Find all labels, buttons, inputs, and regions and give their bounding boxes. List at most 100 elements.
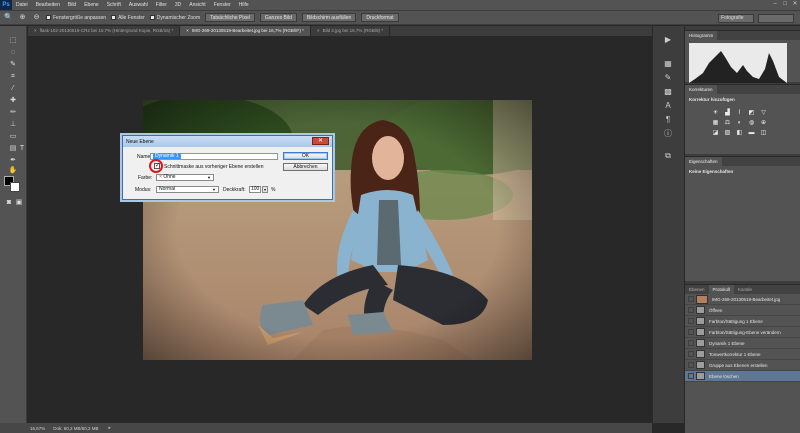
- background-color-swatch[interactable]: [10, 182, 20, 192]
- dialog-title-bar[interactable]: Neue Ebene: [123, 136, 332, 147]
- brightness-icon[interactable]: ☀: [711, 109, 720, 117]
- gradient-map-icon[interactable]: ▬: [747, 129, 756, 137]
- brush-tool-icon[interactable]: ✏: [8, 108, 18, 118]
- zoom-out-icon[interactable]: ⊖: [32, 13, 41, 22]
- opacity-dropdown-icon[interactable]: ▾: [262, 186, 268, 193]
- menu-schrift[interactable]: Schrift: [103, 0, 125, 10]
- fill-screen-button[interactable]: Bildschirm ausfüllen: [301, 13, 357, 22]
- history-source-checkbox[interactable]: [688, 340, 694, 346]
- layer-comps-icon[interactable]: ⧉: [662, 150, 674, 162]
- black-white-icon[interactable]: ◐: [735, 119, 744, 127]
- vibrance-icon[interactable]: ▽: [759, 109, 768, 117]
- tab-histogram[interactable]: Histogramm: [685, 31, 718, 40]
- color-select[interactable]: × Ohne ▼: [156, 174, 214, 181]
- history-step[interactable]: Gruppe aus Ebenen erstellen: [685, 360, 800, 371]
- type-tool-icon[interactable]: T: [17, 144, 27, 154]
- fit-screen-button[interactable]: Ganzes Bild: [259, 13, 297, 22]
- tab-document-1[interactable]: × flask-102-20130519-CR2 bei 16,7% (Hinte…: [28, 26, 181, 36]
- tab-document-3[interactable]: × Bild 2.jpg bei 16,7% (RGB/8) *: [311, 26, 391, 36]
- curves-icon[interactable]: ⌇: [735, 109, 744, 117]
- lasso-tool-icon[interactable]: ◌: [8, 48, 18, 58]
- opacity-input[interactable]: 100: [249, 186, 261, 193]
- tab-history[interactable]: Protokoll: [708, 285, 735, 294]
- workspace-select[interactable]: Fotografie: [718, 14, 754, 23]
- play-actions-icon[interactable]: ▶: [662, 34, 674, 46]
- actual-pixels-button[interactable]: Tatsächliche Pixel: [205, 13, 255, 22]
- history-step[interactable]: Tonwertkorrektur 1 Ebene: [685, 349, 800, 360]
- history-step[interactable]: Farbton/Sättigung 1 Ebene: [685, 316, 800, 327]
- dynamic-zoom-checkbox[interactable]: Dynamischer Zoom: [149, 15, 200, 21]
- menu-hilfe[interactable]: Hilfe: [235, 0, 253, 10]
- menu-fenster[interactable]: Fenster: [210, 0, 235, 10]
- history-step[interactable]: Öffnen: [685, 305, 800, 316]
- history-step-selected[interactable]: Ebene löschen: [685, 371, 800, 382]
- history-source-checkbox[interactable]: [688, 329, 694, 335]
- exposure-icon[interactable]: ◩: [747, 109, 756, 117]
- crop-tool-icon[interactable]: ⌗: [8, 72, 18, 82]
- tab-layers[interactable]: Ebenen: [685, 285, 709, 294]
- history-source-checkbox[interactable]: [688, 373, 694, 379]
- levels-icon[interactable]: ▟: [723, 109, 732, 117]
- ok-button[interactable]: OK: [283, 152, 328, 160]
- history-source-checkbox[interactable]: [688, 362, 694, 368]
- quick-mask-icon[interactable]: ◙: [4, 198, 14, 208]
- history-snapshot[interactable]: IMG-269-20130519-Bearbeitet.jpg: [685, 294, 800, 305]
- marquee-tool-icon[interactable]: ⬚: [8, 36, 18, 46]
- brush-panel-icon[interactable]: ✎: [662, 72, 674, 84]
- menu-3d[interactable]: 3D: [171, 0, 185, 10]
- paragraph-icon[interactable]: ¶: [662, 114, 674, 126]
- tab-document-2[interactable]: × IMG-269-20130519-Bearbeitet.jpg bei 16,…: [180, 26, 311, 36]
- maximize-icon[interactable]: □: [782, 1, 788, 7]
- eyedropper-tool-icon[interactable]: ⁄: [8, 84, 18, 94]
- invert-icon[interactable]: ◪: [711, 129, 720, 137]
- tab-close-icon[interactable]: ×: [186, 28, 189, 33]
- brush-presets-icon[interactable]: ▦: [662, 58, 674, 70]
- close-window-icon[interactable]: ✕: [792, 1, 798, 7]
- tab-close-icon[interactable]: ×: [317, 28, 320, 33]
- history-source-checkbox[interactable]: [688, 307, 694, 313]
- status-menu-icon[interactable]: ▸: [109, 425, 111, 431]
- search-field[interactable]: [758, 14, 794, 23]
- selective-color-icon[interactable]: ◫: [759, 129, 768, 137]
- character-icon[interactable]: A: [662, 100, 674, 112]
- mode-select[interactable]: Normal ▼: [156, 186, 219, 193]
- hue-saturation-icon[interactable]: ▦: [711, 119, 720, 127]
- cancel-button[interactable]: Abbrechen: [283, 163, 328, 171]
- fit-window-checkbox[interactable]: Fenstergröße anpassen: [46, 15, 106, 21]
- menu-bild[interactable]: Bild: [64, 0, 80, 10]
- history-source-checkbox[interactable]: [688, 296, 694, 302]
- history-source-checkbox[interactable]: [688, 351, 694, 357]
- menu-ansicht[interactable]: Ansicht: [185, 0, 209, 10]
- all-windows-checkbox[interactable]: Alle Fenster: [111, 15, 145, 21]
- history-step[interactable]: Farbton/Sättigung-Ebene verändern: [685, 327, 800, 338]
- zoom-level[interactable]: 16,67%: [30, 426, 45, 431]
- menu-bearbeiten[interactable]: Bearbeiten: [32, 0, 64, 10]
- photo-filter-icon[interactable]: ◍: [747, 119, 756, 127]
- menu-filter[interactable]: Filter: [152, 0, 171, 10]
- tab-channels[interactable]: Kanäle: [734, 285, 756, 294]
- threshold-icon[interactable]: ◧: [735, 129, 744, 137]
- history-step[interactable]: Dynamik 1 Ebene: [685, 338, 800, 349]
- tab-corrections[interactable]: Korrekturen: [685, 85, 717, 94]
- hand-tool-icon[interactable]: ✋: [8, 166, 18, 176]
- zoom-tool-icon[interactable]: 🔍: [4, 13, 13, 22]
- info-icon[interactable]: ⓘ: [662, 128, 674, 140]
- clone-stamp-tool-icon[interactable]: ⊥: [8, 120, 18, 130]
- screen-mode-icon[interactable]: ▣: [14, 198, 24, 208]
- tab-properties[interactable]: Eigenschaften: [685, 157, 722, 166]
- menu-datei[interactable]: Datei: [12, 0, 32, 10]
- pen-tool-icon[interactable]: ✒: [8, 156, 18, 166]
- menu-auswahl[interactable]: Auswahl: [125, 0, 152, 10]
- history-source-checkbox[interactable]: [688, 318, 694, 324]
- healing-tool-icon[interactable]: ✚: [8, 96, 18, 106]
- tab-close-icon[interactable]: ×: [34, 28, 37, 33]
- minimize-icon[interactable]: –: [772, 1, 778, 7]
- swatches-icon[interactable]: ▩: [662, 86, 674, 98]
- dialog-close-button[interactable]: ✕: [312, 137, 329, 145]
- color-balance-icon[interactable]: ⚖: [723, 119, 732, 127]
- channel-mixer-icon[interactable]: ⊕: [759, 119, 768, 127]
- quick-select-tool-icon[interactable]: ✎: [8, 60, 18, 70]
- print-size-button[interactable]: Druckformat: [361, 13, 399, 22]
- eraser-tool-icon[interactable]: ▭: [8, 132, 18, 142]
- layer-name-input[interactable]: Dynamik 1: [150, 153, 278, 160]
